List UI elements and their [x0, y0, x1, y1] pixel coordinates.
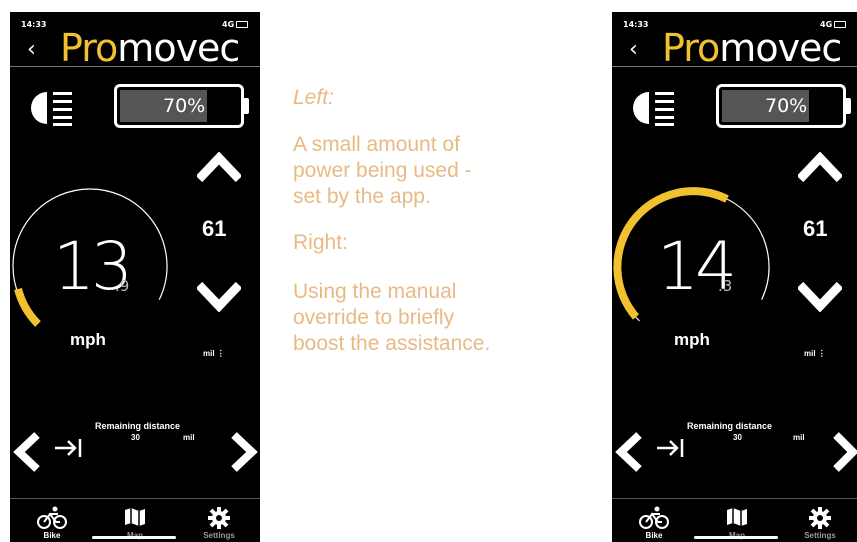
- remaining-distance-unit: mil: [793, 433, 805, 442]
- chevron-left-icon[interactable]: [12, 432, 42, 477]
- battery-tip: [846, 98, 851, 114]
- battery-gauge: 70%: [716, 84, 846, 128]
- nav-divider: [10, 498, 260, 499]
- chevron-right-icon[interactable]: [831, 432, 857, 477]
- header-divider: [10, 66, 260, 67]
- nav-item-settings[interactable]: Settings: [790, 531, 850, 540]
- nav-item-bike[interactable]: Bike: [624, 531, 684, 540]
- header-divider: [612, 66, 857, 67]
- chevron-right-icon[interactable]: [229, 432, 259, 477]
- battery-gauge: 70%: [114, 84, 244, 128]
- caption-left-line-3: set by the app.: [293, 185, 431, 208]
- home-indicator: [92, 536, 176, 539]
- assist-level: 61: [202, 216, 227, 241]
- chevron-down-icon[interactable]: [796, 281, 844, 317]
- distance-unit-menu[interactable]: mil ⋮: [804, 349, 826, 358]
- home-indicator: [694, 536, 778, 539]
- chevron-left-icon[interactable]: [614, 432, 644, 477]
- status-time: 14:33: [623, 20, 649, 29]
- status-time: 14:33: [21, 20, 47, 29]
- map-icon[interactable]: [123, 506, 147, 533]
- caption-right-heading: Right:: [293, 231, 348, 254]
- distance-unit-menu[interactable]: mil ⋮: [203, 349, 225, 358]
- remaining-distance-label: Remaining distance: [687, 421, 773, 431]
- brand-logo: Promovec: [60, 26, 240, 70]
- nav-item-bike[interactable]: Bike: [22, 531, 82, 540]
- caption-left-line-1: A small amount of: [293, 133, 460, 156]
- nav-item-settings[interactable]: Settings: [189, 531, 249, 540]
- remaining-distance-unit: mil: [183, 433, 195, 442]
- phone-screenshot-right: 14:33 4G ‹ Promovec 70% 14 .3 mph 61 mil…: [612, 12, 857, 542]
- chevron-down-icon[interactable]: [195, 281, 243, 317]
- battery-percent: 70%: [765, 95, 808, 117]
- remaining-distance-value: 30: [733, 433, 742, 442]
- chevron-up-icon[interactable]: [796, 151, 844, 187]
- speed-unit: mph: [674, 330, 710, 349]
- battery-percent: 70%: [163, 95, 206, 117]
- back-button[interactable]: ‹: [629, 37, 638, 62]
- arrow-to-bar-icon: [53, 437, 83, 464]
- caption-right-line-3: boost the assistance.: [293, 332, 491, 355]
- speed-decimal: .9: [115, 277, 130, 295]
- speed-decimal: .3: [718, 277, 733, 295]
- phone-screenshot-left: 14:33 4G ‹ Promovec 70% 13 .9 mph 61 mil…: [10, 12, 260, 542]
- remaining-distance-value: 30: [131, 433, 140, 442]
- remaining-distance-label: Remaining distance: [95, 421, 181, 431]
- back-button[interactable]: ‹: [27, 37, 36, 62]
- map-icon[interactable]: [725, 506, 749, 533]
- assist-level: 61: [803, 216, 828, 241]
- caption-left-heading: Left:: [293, 86, 334, 109]
- caption-right-line-1: Using the manual: [293, 280, 457, 303]
- headlight-icon[interactable]: [30, 86, 74, 135]
- caption-left-line-2: power being used -: [293, 159, 472, 182]
- nav-divider: [612, 498, 857, 499]
- speed-unit: mph: [70, 330, 106, 349]
- battery-tip: [244, 98, 249, 114]
- brand-logo: Promovec: [662, 26, 842, 70]
- chevron-up-icon[interactable]: [195, 151, 243, 187]
- caption-right-line-2: override to briefly: [293, 306, 455, 329]
- arrow-to-bar-icon: [655, 437, 685, 464]
- headlight-icon[interactable]: [632, 86, 676, 135]
